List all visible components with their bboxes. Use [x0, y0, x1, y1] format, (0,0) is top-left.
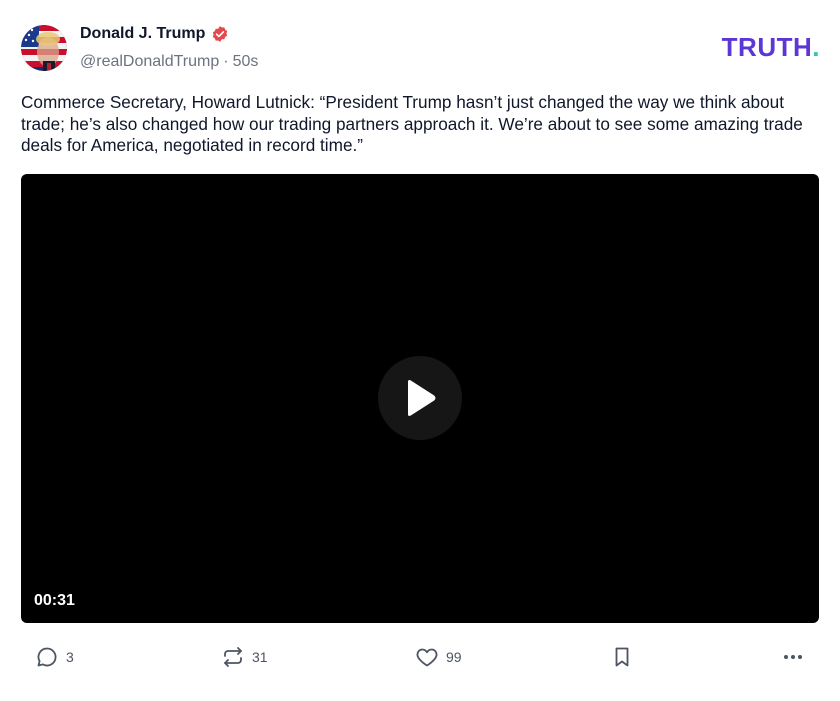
post-body-text: Commerce Secretary, Howard Lutnick: “Pre…: [21, 92, 803, 156]
author-meta: @realDonaldTrump · 50s: [80, 52, 258, 72]
video-player[interactable]: 00:31: [21, 174, 819, 623]
retruth-count: 31: [252, 649, 268, 665]
comment-icon: [37, 647, 57, 667]
post-actions: 3 31 99: [0, 645, 840, 671]
logo-text: TRUTH: [721, 32, 813, 62]
author-handle[interactable]: @realDonaldTrump: [80, 53, 219, 70]
reply-count: 3: [66, 649, 74, 665]
meta-separator: ·: [223, 53, 229, 70]
reply-button[interactable]: 3: [35, 645, 74, 669]
play-button[interactable]: [378, 356, 462, 440]
like-button[interactable]: 99: [415, 645, 462, 669]
avatar[interactable]: [21, 25, 67, 71]
more-options-button[interactable]: [781, 645, 805, 669]
retruth-button[interactable]: 31: [221, 645, 268, 669]
retruth-icon: [224, 647, 242, 667]
truth-post: Donald J. Trump @realDonaldTrump · 50s TRU…: [0, 0, 840, 701]
author-name[interactable]: Donald J. Trump: [80, 24, 205, 44]
bookmark-icon: [615, 647, 629, 667]
like-count: 99: [446, 649, 462, 665]
avatar-image: [21, 25, 67, 71]
more-icon: [784, 655, 802, 659]
truth-logo[interactable]: TRUTH.: [722, 34, 820, 60]
verified-badge-icon: [211, 25, 229, 43]
post-timestamp[interactable]: 50s: [233, 53, 259, 70]
video-duration: 00:31: [34, 592, 75, 609]
bookmark-button[interactable]: [610, 645, 634, 669]
heart-icon: [416, 648, 438, 667]
logo-dot: .: [812, 32, 820, 62]
author-name-row[interactable]: Donald J. Trump: [80, 24, 229, 44]
play-icon: [408, 380, 436, 416]
